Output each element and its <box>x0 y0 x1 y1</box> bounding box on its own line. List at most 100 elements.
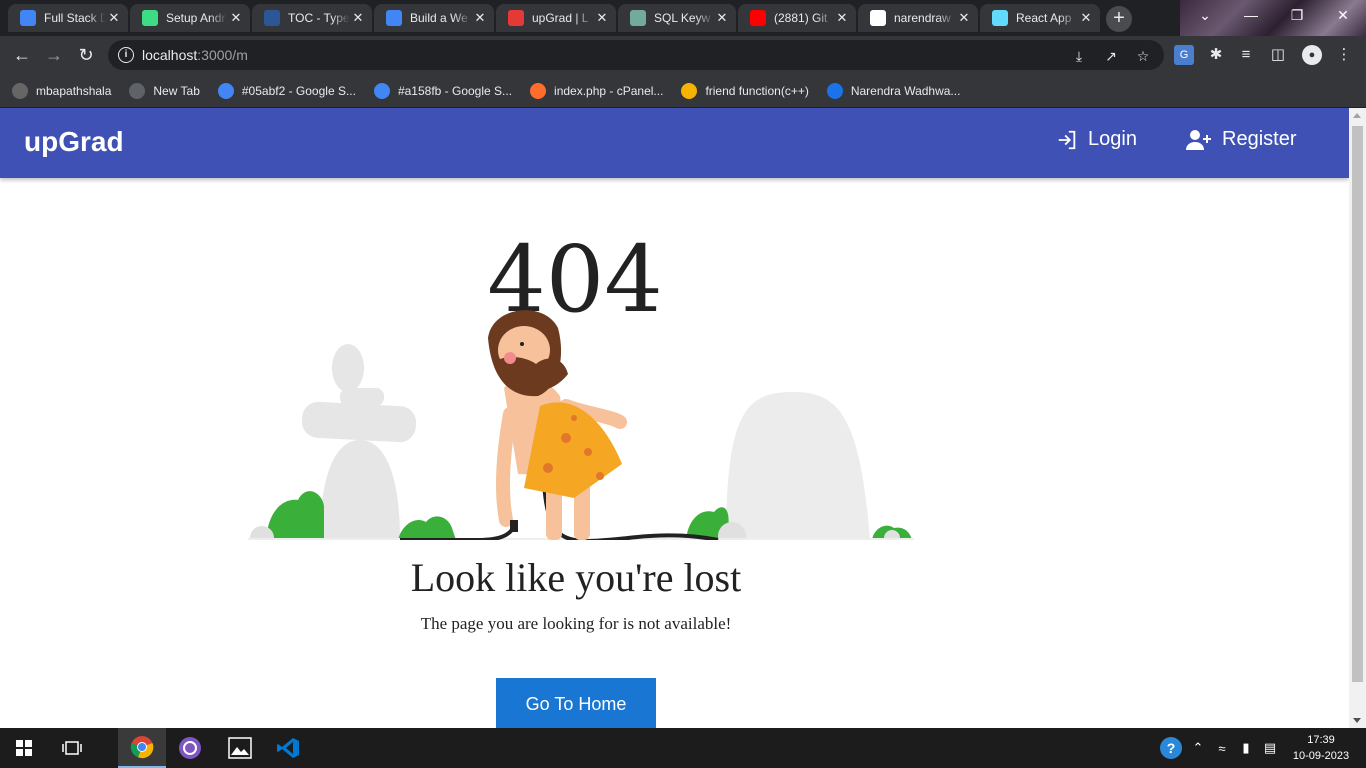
browser-tab[interactable]: Setup Andr ✕ <box>130 4 250 32</box>
task-view-button[interactable] <box>48 728 96 768</box>
page-scrollbar[interactable] <box>1349 108 1366 728</box>
brand-logo[interactable]: upGrad <box>24 126 124 158</box>
scroll-up-arrow-icon[interactable] <box>1353 113 1361 118</box>
task-view-icon <box>62 741 82 755</box>
browser-tab[interactable]: React App ✕ <box>980 4 1100 32</box>
tab-close-icon[interactable]: ✕ <box>106 10 122 26</box>
bookmark-item[interactable]: Narendra Wadhwa... <box>826 82 960 99</box>
reload-icon[interactable]: ↻ <box>72 41 100 69</box>
browser-tab[interactable]: Full Stack D ✕ <box>8 4 128 32</box>
bookmarks-bar: mbapathshala New Tab #05abf2 - Google S...… <box>0 74 1366 108</box>
bookmark-label: #05abf2 - Google S... <box>241 83 356 98</box>
caveman-cheek <box>504 352 516 364</box>
close-window-button[interactable]: ✕ <box>1320 0 1366 32</box>
taskbar-photos[interactable] <box>216 728 264 768</box>
clock-date: 10-09-2023 <box>1292 750 1350 762</box>
url-path: :3000/m <box>197 47 248 63</box>
help-tray-icon[interactable]: ? <box>1158 728 1184 768</box>
windows-start-button[interactable] <box>0 728 48 768</box>
tab-close-icon[interactable]: ✕ <box>594 10 610 26</box>
stone-small <box>340 388 384 406</box>
browser-toolbar: ← → ↻ i localhost:3000/m ⤓ ↗ ☆ G ✱ ≡ ◫ ●… <box>0 36 1366 74</box>
notifications-icon[interactable]: ▤ <box>1260 728 1280 768</box>
bookmark-label: mbapathshala <box>36 83 112 98</box>
scroll-down-arrow-icon[interactable] <box>1353 718 1361 723</box>
taskbar-github-desktop[interactable] <box>166 728 214 768</box>
new-tab-button[interactable]: + <box>1106 6 1132 32</box>
bookmark-item[interactable]: friend function(c++) <box>681 82 809 99</box>
extensions-puzzle-icon[interactable]: ✱ <box>1206 45 1226 65</box>
github-desktop-icon <box>179 737 201 759</box>
battery-icon[interactable]: ▮ <box>1236 728 1256 768</box>
install-app-icon[interactable]: ⤓ <box>1070 47 1088 65</box>
address-url[interactable]: localhost:3000/m <box>142 47 248 63</box>
bookmark-item[interactable]: index.php - cPanel... <box>530 82 663 99</box>
login-link[interactable]: Login <box>1056 128 1137 151</box>
register-link[interactable]: Register <box>1186 128 1296 151</box>
windows-logo-icon <box>16 740 32 756</box>
menu-kebab-icon[interactable]: ⋮ <box>1334 45 1354 65</box>
bookmark-item[interactable]: New Tab <box>129 82 200 99</box>
tab-close-icon[interactable]: ✕ <box>472 10 488 26</box>
c-logo-icon <box>826 82 843 99</box>
bookmark-label: #a158fb - Google S... <box>397 83 513 98</box>
browser-tab[interactable]: Build a We ✕ <box>374 4 494 32</box>
stone-top <box>332 344 364 392</box>
taskbar-vscode[interactable] <box>264 728 312 768</box>
mbapathshala-icon <box>12 82 28 99</box>
show-hidden-icons-chevron-icon[interactable]: ⌃ <box>1188 728 1208 768</box>
taskbar-chrome[interactable] <box>118 728 166 768</box>
bookmark-label: friend function(c++) <box>705 83 809 98</box>
browser-tab[interactable]: upGrad | L ✕ <box>496 4 616 32</box>
share-icon[interactable]: ↗ <box>1102 47 1120 65</box>
upgrad-icon <box>508 10 524 26</box>
site-info-icon[interactable]: i <box>118 47 134 63</box>
app-header: upGrad Login Register <box>0 108 1349 178</box>
bookmark-icon <box>681 82 698 99</box>
tab-close-icon[interactable]: ✕ <box>834 10 850 26</box>
google-translate-icon[interactable]: G <box>1174 45 1194 65</box>
caveman-illustration <box>248 310 914 540</box>
restore-window-button[interactable]: ❐ <box>1274 0 1320 32</box>
google-icon <box>217 82 234 99</box>
profile-avatar-icon[interactable]: ● <box>1302 45 1322 65</box>
go-home-button[interactable]: Go To Home <box>496 678 656 728</box>
side-panel-icon[interactable]: ◫ <box>1268 45 1288 65</box>
tab-title: Setup Andr <box>166 11 226 25</box>
tab-close-icon[interactable]: ✕ <box>350 10 366 26</box>
tab-title: TOC - Type <box>288 11 350 25</box>
tab-close-icon[interactable]: ✕ <box>956 10 972 26</box>
tab-close-icon[interactable]: ✕ <box>228 10 244 26</box>
react-icon <box>992 10 1008 26</box>
photos-icon <box>228 737 252 759</box>
browser-tab[interactable]: narendraw ✕ <box>858 4 978 32</box>
minimize-window-button[interactable]: — <box>1228 0 1274 32</box>
chrome-icon <box>130 736 154 759</box>
taskbar-clock[interactable]: 17:39 10-09-2023 <box>1288 732 1354 764</box>
bookmark-item[interactable]: #a158fb - Google S... <box>373 82 513 99</box>
clock-time: 17:39 <box>1307 734 1335 746</box>
wifi-icon[interactable]: ≈ <box>1212 728 1232 768</box>
tab-close-icon[interactable]: ✕ <box>714 10 730 26</box>
bookmark-item[interactable]: mbapathshala <box>12 82 112 99</box>
android-icon <box>142 10 158 26</box>
tab-title: narendraw <box>894 11 951 25</box>
tab-title: upGrad | L <box>532 11 589 25</box>
bookmark-item[interactable]: #05abf2 - Google S... <box>217 82 356 99</box>
address-bar[interactable]: i localhost:3000/m ⤓ ↗ ☆ <box>108 40 1164 70</box>
scrollbar-thumb[interactable] <box>1352 126 1363 682</box>
browser-tab-strip: Full Stack D ✕ Setup Andr ✕ TOC - Type ✕ Build… <box>0 0 1366 36</box>
reading-list-icon[interactable]: ≡ <box>1236 45 1256 65</box>
back-icon[interactable]: ← <box>8 41 36 69</box>
url-host: localhost <box>142 47 198 63</box>
minimize-icon[interactable]: ⌄ <box>1182 0 1228 32</box>
tab-close-icon[interactable]: ✕ <box>1078 10 1094 26</box>
tab-title: Build a We <box>410 11 468 25</box>
bookmark-star-icon[interactable]: ☆ <box>1134 47 1152 65</box>
browser-tab[interactable]: SQL Keyw ✕ <box>618 4 736 32</box>
browser-tab[interactable]: (2881) Git ✕ <box>738 4 856 32</box>
cpanel-icon <box>530 82 547 99</box>
browser-tab[interactable]: TOC - Type ✕ <box>252 4 372 32</box>
caveman-eye <box>520 342 524 346</box>
forward-icon[interactable]: → <box>40 41 68 69</box>
